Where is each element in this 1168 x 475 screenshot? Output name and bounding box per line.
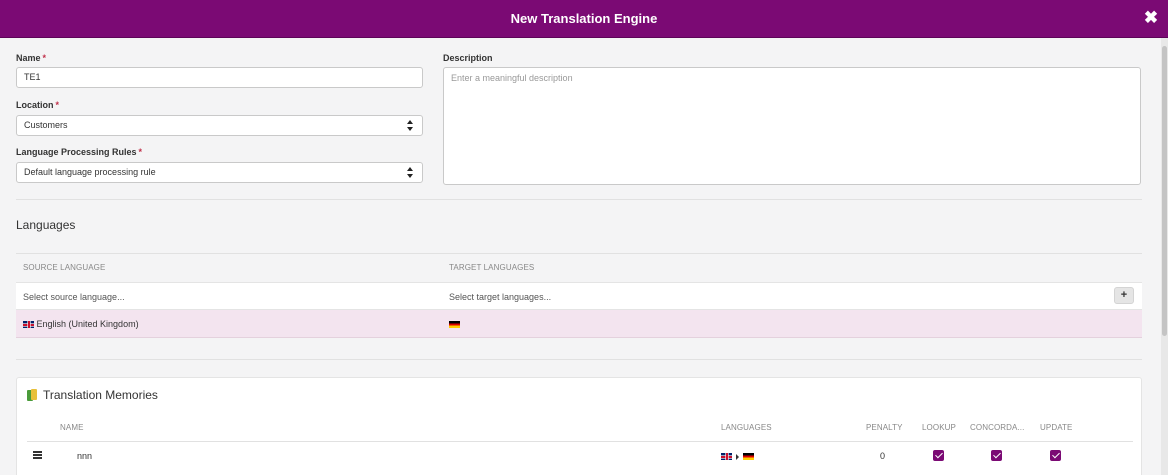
arrow-right-icon bbox=[736, 453, 739, 460]
name-input[interactable]: TE1 bbox=[16, 67, 423, 88]
tm-header-divider bbox=[27, 441, 1133, 442]
tm-row-penalty[interactable]: 0 bbox=[880, 451, 885, 461]
section-divider bbox=[16, 199, 1142, 200]
tm-column-lookup: LOOKUP bbox=[922, 423, 956, 432]
rules-select[interactable]: Default language processing rule bbox=[16, 162, 423, 183]
tm-column-concordance: CONCORDA... bbox=[970, 423, 1025, 432]
select-arrows-icon bbox=[407, 120, 414, 131]
concordance-checkbox[interactable] bbox=[991, 450, 1002, 461]
languages-header-divider bbox=[16, 253, 1142, 254]
source-language-input[interactable]: Select source language... bbox=[23, 292, 125, 302]
tm-column-penalty: PENALTY bbox=[866, 423, 903, 432]
required-mark: * bbox=[55, 100, 60, 110]
name-label-text: Name bbox=[16, 53, 41, 63]
drag-handle-icon[interactable] bbox=[33, 451, 42, 459]
languages-title: Languages bbox=[16, 218, 76, 232]
name-label: Name * bbox=[16, 53, 46, 63]
tm-column-languages: LANGUAGES bbox=[721, 423, 772, 432]
close-icon[interactable]: ✖ bbox=[1142, 9, 1160, 27]
rules-select-value: Default language processing rule bbox=[24, 167, 156, 177]
description-placeholder: Enter a meaningful description bbox=[451, 73, 573, 83]
target-languages-input[interactable]: Select target languages... bbox=[449, 292, 551, 302]
tm-column-name: NAME bbox=[60, 423, 84, 432]
section-divider bbox=[16, 359, 1142, 360]
description-label: Description bbox=[443, 53, 493, 63]
dialog-title: New Translation Engine bbox=[510, 11, 658, 26]
location-select-value: Customers bbox=[24, 120, 68, 130]
germany-flag-icon bbox=[743, 453, 754, 461]
translation-memories-title: Translation Memories bbox=[43, 388, 158, 402]
scrollbar-thumb[interactable] bbox=[1162, 46, 1167, 336]
tm-column-update: UPDATE bbox=[1040, 423, 1073, 432]
source-language-header: SOURCE LANGUAGE bbox=[23, 263, 106, 272]
rules-label-text: Language Processing Rules bbox=[16, 147, 137, 157]
germany-flag-icon bbox=[449, 321, 460, 329]
lookup-checkbox[interactable] bbox=[933, 450, 944, 461]
select-arrows-icon bbox=[407, 167, 414, 178]
dialog-titlebar: New Translation Engine ✖ bbox=[0, 0, 1168, 38]
vertical-scrollbar[interactable] bbox=[1161, 38, 1168, 475]
translation-memory-icon bbox=[27, 389, 37, 401]
selected-target-languages bbox=[449, 319, 460, 329]
tm-row-languages bbox=[721, 451, 754, 461]
rules-label: Language Processing Rules * bbox=[16, 147, 142, 157]
target-languages-header: TARGET LANGUAGES bbox=[449, 263, 535, 272]
language-input-row: Select source language... Select target … bbox=[16, 282, 1142, 310]
add-language-button[interactable]: + bbox=[1114, 287, 1134, 304]
update-checkbox[interactable] bbox=[1050, 450, 1061, 461]
location-label: Location * bbox=[16, 100, 59, 110]
selected-source-language-text: English (United Kingdom) bbox=[36, 319, 139, 329]
required-mark: * bbox=[138, 147, 143, 157]
tm-row-name: nnn bbox=[77, 451, 93, 461]
required-mark: * bbox=[42, 53, 47, 63]
uk-flag-icon bbox=[23, 321, 34, 329]
selected-source-language: English (United Kingdom) bbox=[23, 319, 139, 329]
uk-flag-icon bbox=[721, 453, 732, 461]
location-label-text: Location bbox=[16, 100, 54, 110]
location-select[interactable]: Customers bbox=[16, 115, 423, 136]
language-pair-row[interactable]: English (United Kingdom) bbox=[16, 310, 1142, 338]
description-textarea[interactable]: Enter a meaningful description bbox=[443, 67, 1141, 185]
